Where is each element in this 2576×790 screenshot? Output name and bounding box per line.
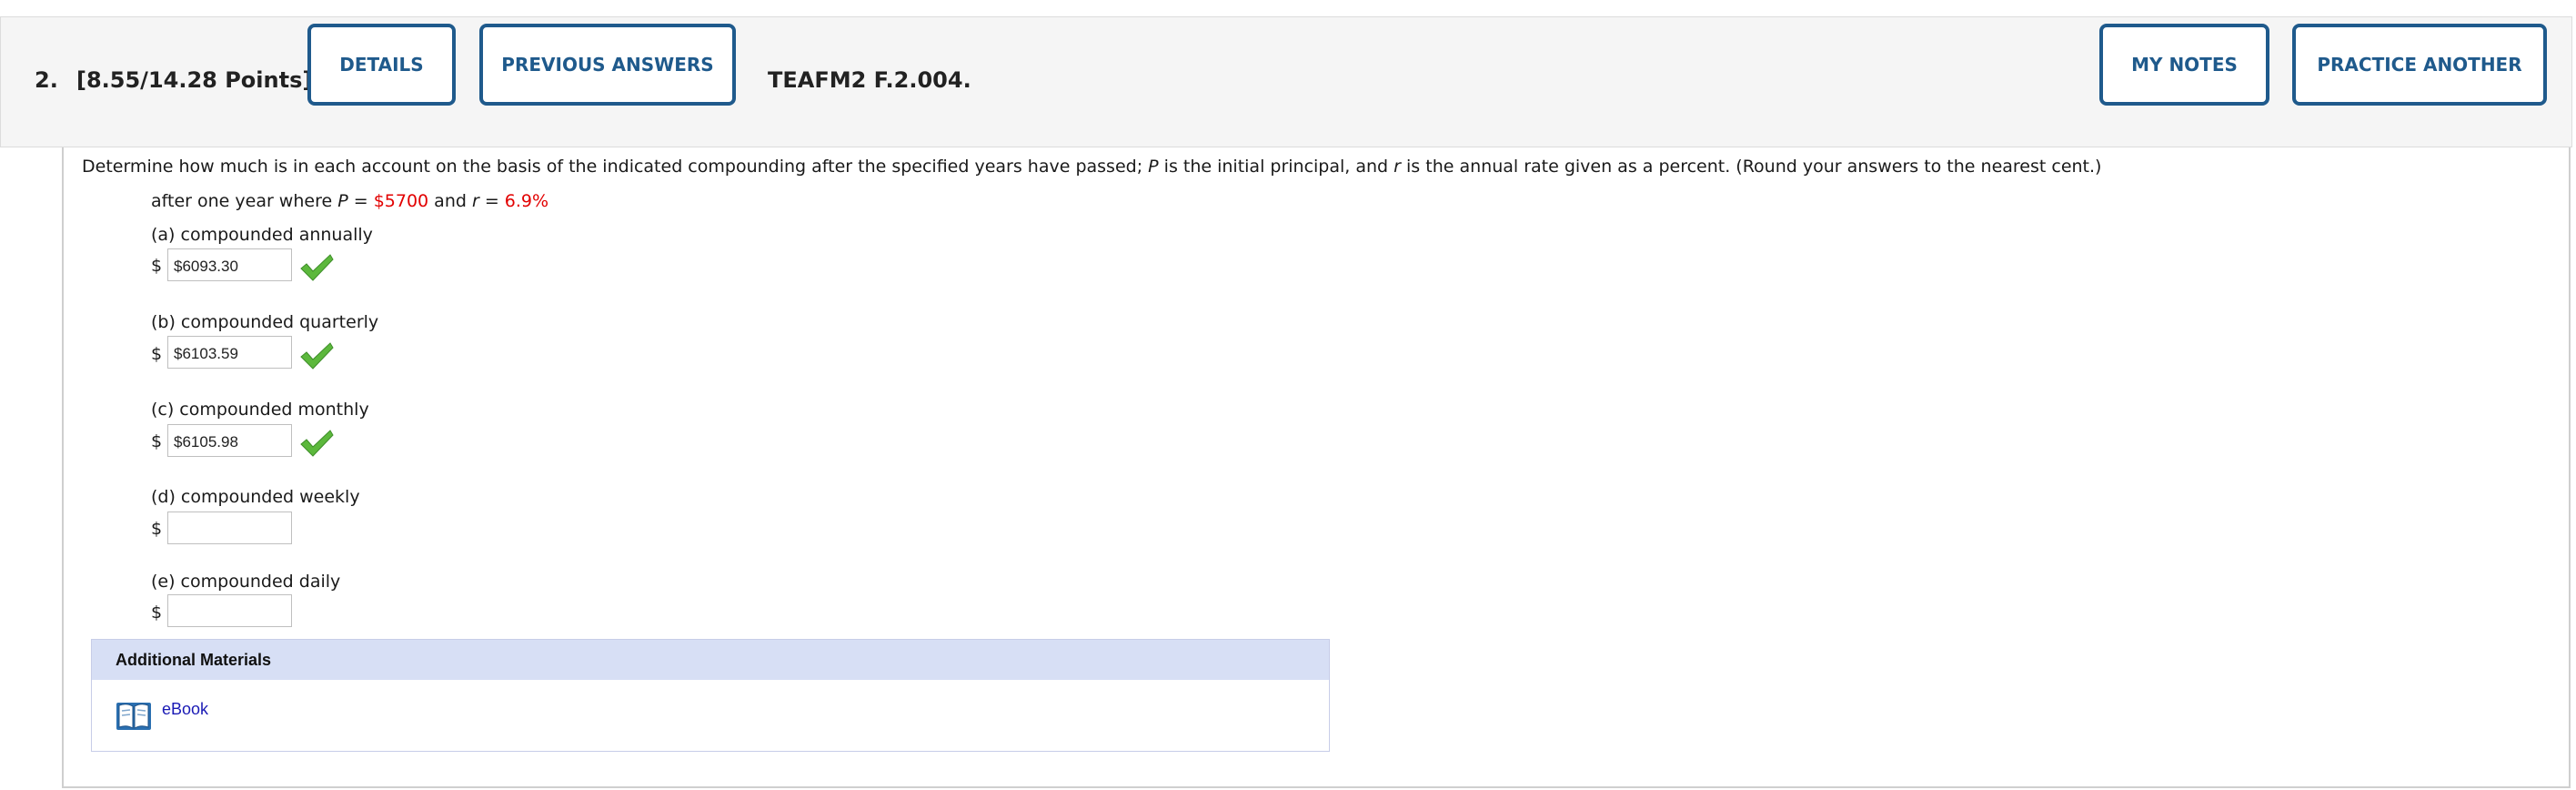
currency-symbol: $: [151, 256, 163, 276]
details-button[interactable]: DETAILS: [307, 24, 456, 106]
rate-value: 6.9%: [504, 191, 549, 211]
currency-symbol: $: [151, 344, 163, 364]
part-label: (c) compounded monthly: [151, 400, 369, 420]
practice-another-button[interactable]: PRACTICE ANOTHER: [2292, 24, 2547, 106]
currency-symbol: $: [151, 519, 163, 539]
part-label: (e) compounded daily: [151, 572, 341, 592]
checkmark-icon: [300, 430, 334, 457]
additional-materials-panel: Additional Materials eBook: [91, 639, 1330, 752]
checkmark-icon: [300, 254, 334, 281]
question-points: [8.55/14.28 Points]: [76, 67, 313, 93]
book-icon[interactable]: [116, 700, 152, 733]
part-label: (b) compounded quarterly: [151, 312, 379, 332]
previous-answers-button[interactable]: PREVIOUS ANSWERS: [479, 24, 736, 106]
question-code: TEAFM2 F.2.004.: [768, 67, 971, 93]
currency-symbol: $: [151, 603, 163, 623]
question-prompt: Determine how much is in each account on…: [82, 157, 2102, 177]
checkmark-icon: [300, 342, 334, 370]
question-condition: after one year where P = $5700 and r = 6…: [151, 191, 549, 211]
answer-input[interactable]: [167, 511, 292, 544]
question-number: 2.: [35, 67, 58, 93]
part-label: (a) compounded annually: [151, 225, 373, 245]
currency-symbol: $: [151, 431, 163, 451]
principal-value: $5700: [373, 191, 429, 211]
answer-input[interactable]: $6103.59: [167, 336, 292, 369]
part-label: (d) compounded weekly: [151, 487, 360, 507]
answer-input[interactable]: $6093.30: [167, 248, 292, 281]
answer-input[interactable]: $6105.98: [167, 424, 292, 457]
ebook-link[interactable]: eBook: [162, 700, 208, 719]
additional-materials-heading: Additional Materials: [92, 640, 1329, 680]
my-notes-button[interactable]: MY NOTES: [2099, 24, 2269, 106]
answer-input[interactable]: [167, 594, 292, 627]
